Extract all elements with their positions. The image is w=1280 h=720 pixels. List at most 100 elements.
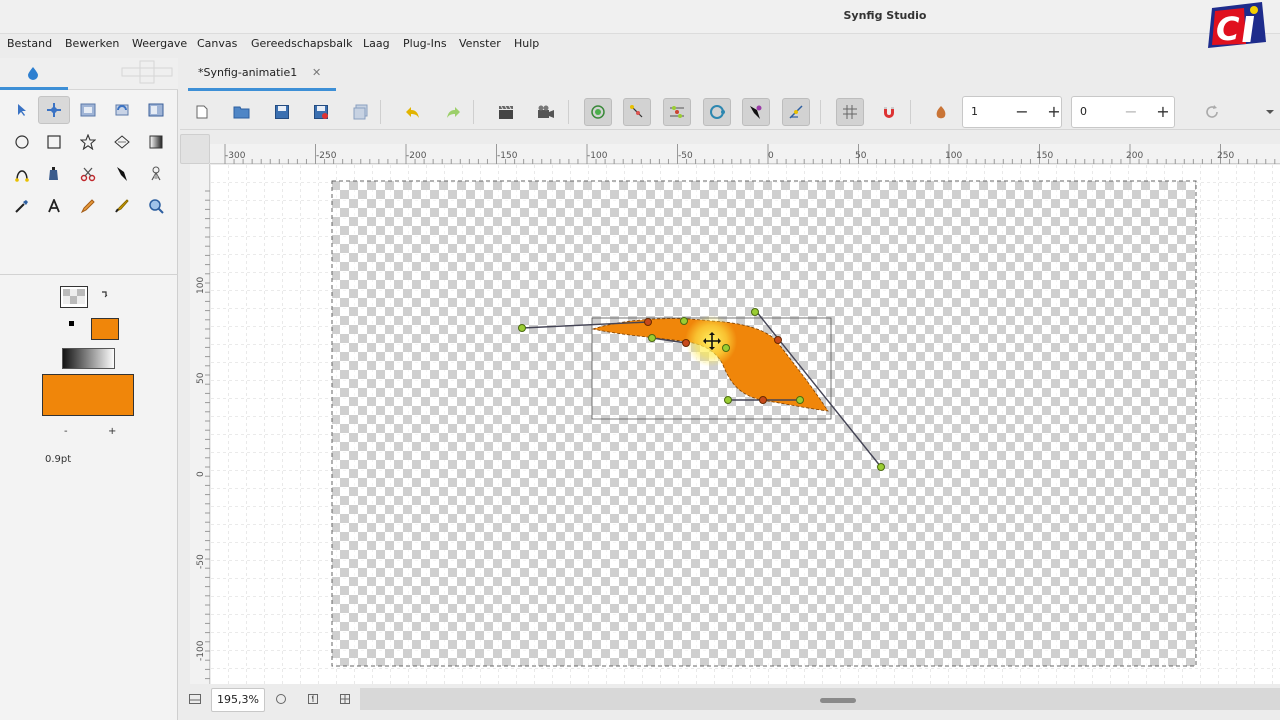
text-tool[interactable] — [38, 192, 70, 220]
redo-icon — [447, 107, 460, 118]
ruler-label: 50 — [855, 151, 867, 161]
radius-handle-icon — [710, 105, 725, 119]
toggle-show-handles-button[interactable] — [584, 98, 612, 126]
tangent-handle[interactable] — [680, 317, 688, 325]
text-icon — [48, 199, 60, 213]
zoom-tool[interactable] — [140, 192, 172, 220]
toggle-vertex-handles-button[interactable] — [742, 98, 770, 126]
sketch-tool[interactable] — [72, 192, 104, 220]
menu-bewerken[interactable]: Bewerken — [65, 37, 119, 50]
color-swatch-area: - + 0.9pt — [0, 278, 178, 478]
vertex-handle[interactable] — [759, 396, 767, 404]
menu-bestand[interactable]: Bestand — [7, 37, 52, 50]
future-onion-spinbox[interactable]: 0 − + — [1071, 96, 1175, 128]
toolbar-overflow-button[interactable] — [1262, 98, 1278, 126]
rectangle-tool[interactable] — [38, 128, 70, 156]
onion-skin-button[interactable] — [927, 98, 955, 126]
tangent-handle[interactable] — [724, 396, 732, 404]
past-onion-increase[interactable]: + — [1039, 101, 1069, 123]
toggle-bone-handles-button[interactable] — [782, 98, 810, 126]
future-onion-decrease[interactable]: − — [1116, 101, 1146, 123]
menu-canvas[interactable]: Canvas — [197, 37, 237, 50]
tangent-handle-icon — [630, 105, 643, 118]
width-decrease-button[interactable]: - — [64, 426, 68, 437]
ruler-label: 200 — [1126, 151, 1143, 161]
past-onion-spinbox[interactable]: 1 − + — [962, 96, 1062, 128]
tangent-handle[interactable] — [722, 344, 730, 352]
toggle-width-handles-button[interactable] — [663, 98, 691, 126]
gradient-tool[interactable] — [140, 128, 172, 156]
menu-venster[interactable]: Venster — [459, 37, 501, 50]
star-icon — [80, 134, 96, 150]
smooth-move-tool[interactable] — [38, 96, 70, 124]
past-onion-decrease[interactable]: − — [1007, 101, 1037, 123]
preview-button[interactable] — [532, 98, 560, 126]
toggle-panel-button[interactable] — [186, 690, 204, 708]
vertex-handle[interactable] — [682, 339, 690, 347]
grid-icon — [843, 105, 857, 119]
zoom-level-field[interactable]: 195,3% — [211, 688, 265, 712]
menu-hulp[interactable]: Hulp — [514, 37, 539, 50]
feather-tool[interactable] — [106, 160, 138, 188]
zoom-fit-button[interactable] — [272, 690, 290, 708]
menu-gereedschapsbalk[interactable]: Gereedschapsbalk — [251, 37, 352, 50]
render-button[interactable] — [492, 98, 520, 126]
width-increase-button[interactable]: + — [108, 426, 116, 437]
toggle-tangent-handles-button[interactable] — [623, 98, 651, 126]
tangent-handle[interactable] — [518, 324, 526, 332]
menu-weergave[interactable]: Weergave — [132, 37, 187, 50]
menu-plug-ins[interactable]: Plug-Ins — [403, 37, 447, 50]
new-file-button[interactable] — [188, 98, 216, 126]
swap-colors-icon[interactable] — [100, 290, 110, 300]
zoom-to-selection-button[interactable] — [336, 690, 354, 708]
spline-tool[interactable] — [6, 160, 38, 188]
tangent-handle[interactable] — [877, 463, 885, 471]
star-tool[interactable] — [72, 128, 104, 156]
toolbox-tab-icon[interactable] — [27, 66, 39, 80]
brush-tool[interactable] — [106, 192, 138, 220]
vertex-handle[interactable] — [644, 318, 652, 326]
eyedropper-tool[interactable] — [6, 192, 38, 220]
panel-grip-icon[interactable] — [120, 60, 176, 86]
open-file-button[interactable] — [228, 98, 256, 126]
fill-color-swatch[interactable] — [91, 318, 119, 340]
save-button[interactable] — [268, 98, 296, 126]
feather-icon — [117, 167, 127, 181]
toggle-radius-handles-button[interactable] — [703, 98, 731, 126]
ruler-label: 100 — [196, 277, 206, 294]
canvas-drawing[interactable] — [211, 165, 1280, 685]
ruler-label: -300 — [225, 151, 246, 161]
tangent-handle[interactable] — [796, 396, 804, 404]
undo-button[interactable] — [399, 98, 427, 126]
scale-tool[interactable] — [72, 96, 104, 124]
toolbox-panel: - + 0.9pt — [0, 58, 178, 720]
ruler-corner-button[interactable] — [180, 134, 210, 164]
tangent-handle[interactable] — [648, 334, 656, 342]
toggle-snap-button[interactable] — [875, 98, 903, 126]
redo-button[interactable] — [439, 98, 467, 126]
cutout-tool[interactable] — [72, 160, 104, 188]
fill-tool[interactable] — [38, 160, 70, 188]
mirror-tool[interactable] — [140, 96, 172, 124]
vertex-handle[interactable] — [774, 336, 782, 344]
circle-tool[interactable] — [6, 128, 38, 156]
future-onion-increase[interactable]: + — [1148, 101, 1178, 123]
polygon-tool[interactable] — [106, 128, 138, 156]
gradient-swatch[interactable] — [62, 348, 116, 370]
tangent-handle[interactable] — [751, 308, 759, 316]
save-all-button[interactable] — [347, 98, 375, 126]
canvas-workarea[interactable] — [211, 165, 1280, 685]
refresh-button[interactable] — [1198, 98, 1226, 126]
zoom-100-button[interactable] — [304, 690, 322, 708]
scrollbar-thumb[interactable] — [820, 698, 856, 703]
rotate-tool[interactable] — [106, 96, 138, 124]
close-tab-icon[interactable]: ✕ — [312, 66, 321, 79]
reset-colors-icon[interactable] — [68, 320, 76, 328]
toggle-grid-button[interactable] — [836, 98, 864, 126]
transform-tool[interactable] — [6, 96, 38, 124]
save-as-button[interactable] — [307, 98, 335, 126]
bone-tool[interactable] — [140, 160, 172, 188]
menu-laag[interactable]: Laag — [363, 37, 390, 50]
outline-color-swatch[interactable] — [60, 286, 90, 310]
horizontal-scrollbar[interactable] — [360, 688, 1280, 710]
